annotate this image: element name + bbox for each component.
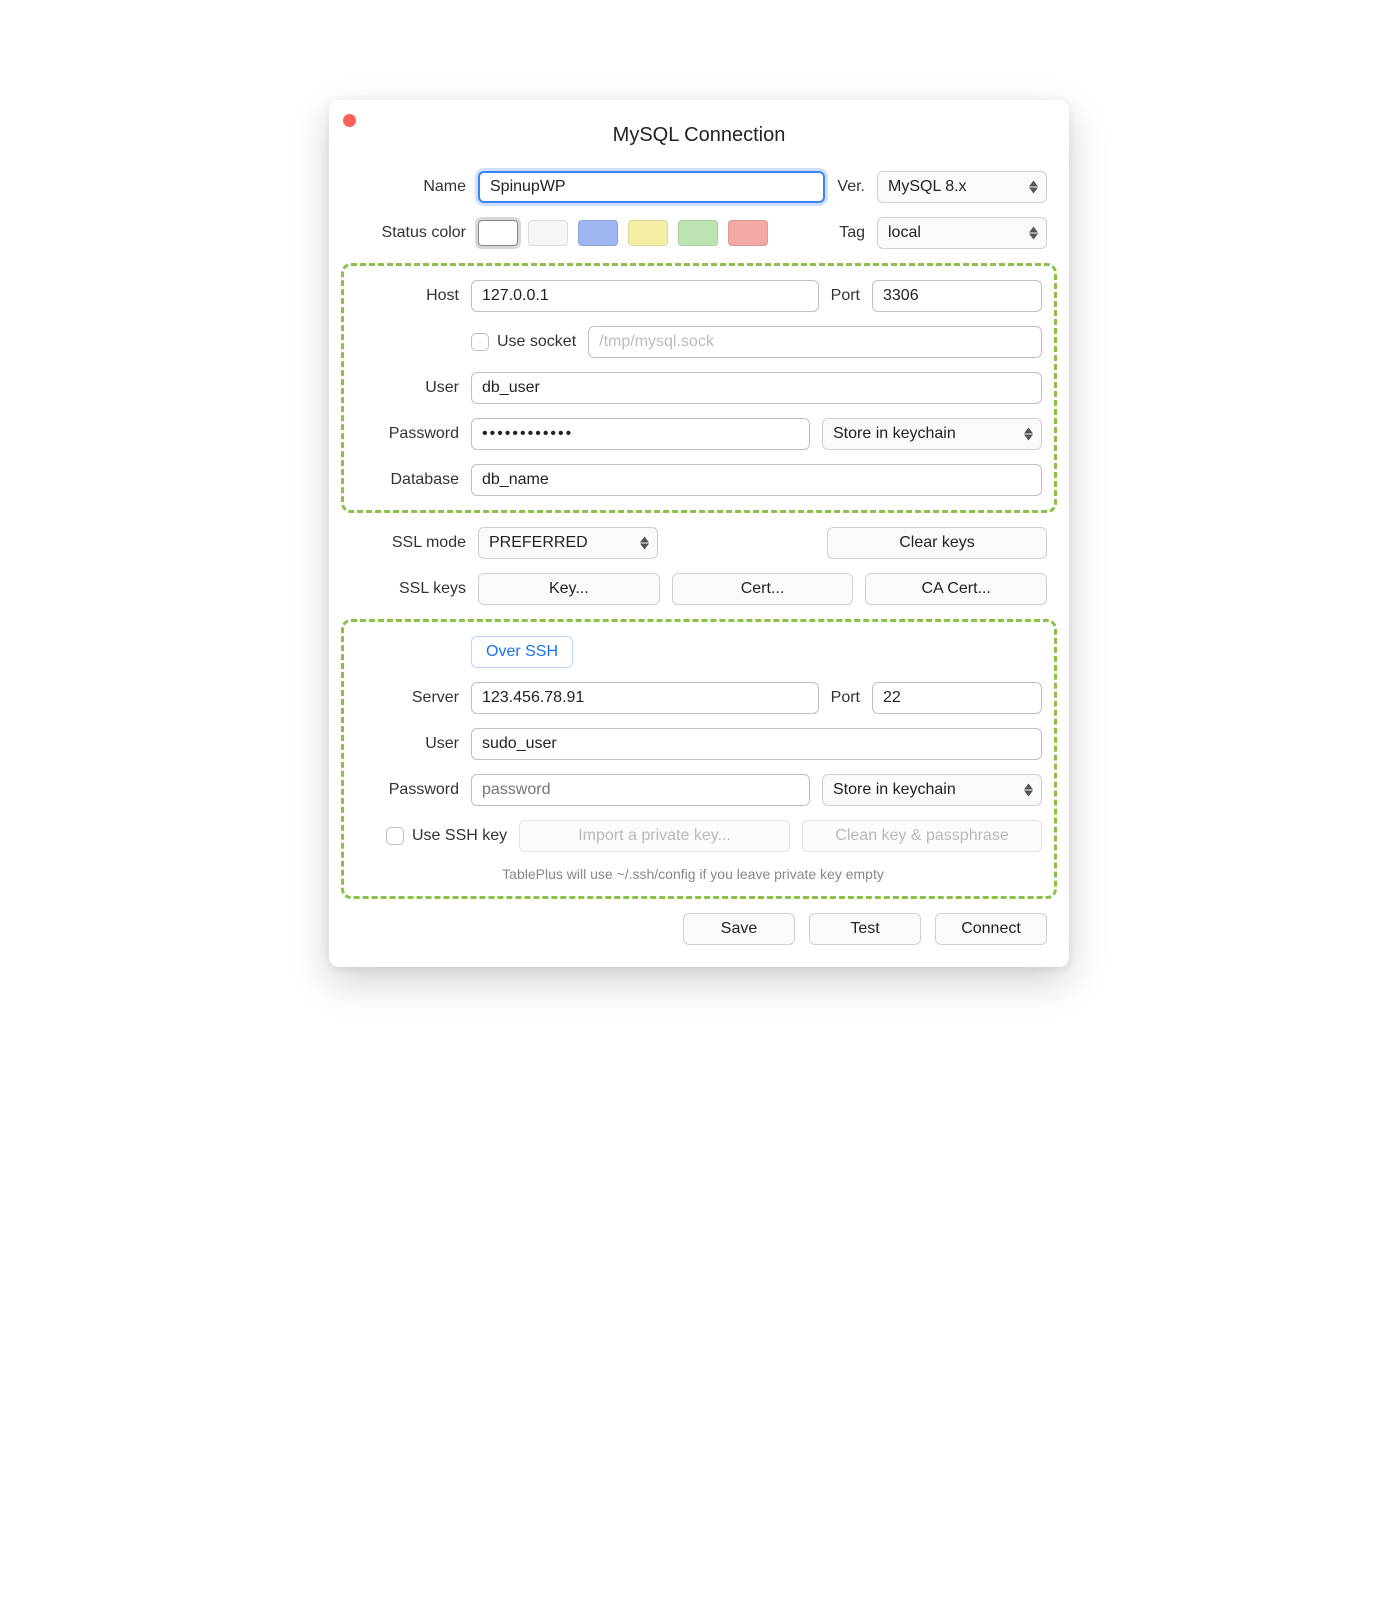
db-keychain-value: Store in keychain [833,425,956,443]
dialog-title: MySQL Connection [351,124,1047,147]
use-socket-checkbox[interactable] [471,333,489,351]
connect-button[interactable]: Connect [935,913,1047,945]
db-password-input[interactable] [471,418,810,450]
chevron-updown-icon [640,537,649,550]
ssl-mode-row: SSL mode PREFERRED Clear keys [351,527,1047,559]
use-socket-wrap: Use socket [471,333,576,351]
db-user-label: User [344,379,459,397]
tag-select-value: local [888,224,921,242]
connection-dialog: MySQL Connection Name Ver. MySQL 8.x Sta… [329,100,1069,967]
database-label: Database [344,471,459,489]
db-port-input[interactable] [872,280,1042,312]
ssh-port-label: Port [831,689,860,707]
status-color-label: Status color [351,224,466,242]
save-button[interactable]: Save [683,913,795,945]
use-ssh-key-wrap: Use SSH key [386,827,507,845]
db-keychain-select[interactable]: Store in keychain [822,418,1042,450]
db-section: Host Port Use socket User Password Store… [341,263,1057,513]
over-ssh-button[interactable]: Over SSH [471,636,573,668]
ssh-section: Over SSH Server Port User Password Store… [341,619,1057,899]
swatch-red[interactable] [728,220,768,246]
swatch-green[interactable] [678,220,718,246]
use-ssh-key-checkbox[interactable] [386,827,404,845]
clean-key-button[interactable]: Clean key & passphrase [802,820,1042,852]
name-label: Name [351,178,466,196]
ssl-mode-select[interactable]: PREFERRED [478,527,658,559]
swatch-yellow[interactable] [628,220,668,246]
ssl-cert-button[interactable]: Cert... [672,573,854,605]
chevron-updown-icon [1024,784,1033,797]
ssh-server-input[interactable] [471,682,819,714]
version-select[interactable]: MySQL 8.x [877,171,1047,203]
swatch-white[interactable] [528,220,568,246]
ssh-password-input[interactable] [471,774,810,806]
host-input[interactable] [471,280,819,312]
tag-select[interactable]: local [877,217,1047,249]
ssh-hint: TablePlus will use ~/.ssh/config if you … [344,866,1042,882]
swatch-none[interactable] [478,220,518,246]
ssh-keychain-value: Store in keychain [833,781,956,799]
ssl-keys-label: SSL keys [351,580,466,598]
ssh-password-label: Password [344,781,459,799]
name-input[interactable] [478,171,825,203]
ssh-keychain-select[interactable]: Store in keychain [822,774,1042,806]
db-user-input[interactable] [471,372,1042,404]
host-label: Host [344,287,459,305]
ssh-user-input[interactable] [471,728,1042,760]
ssh-user-label: User [344,735,459,753]
ssl-mode-label: SSL mode [351,534,466,552]
close-window-button[interactable] [343,114,356,127]
socket-input [588,326,1042,358]
swatch-blue[interactable] [578,220,618,246]
chevron-updown-icon [1024,428,1033,441]
clear-keys-button[interactable]: Clear keys [827,527,1047,559]
chevron-updown-icon [1029,227,1038,240]
ssh-port-input[interactable] [872,682,1042,714]
status-color-row: Status color Tag local [351,217,1047,249]
ssl-mode-value: PREFERRED [489,534,588,552]
db-password-label: Password [344,425,459,443]
ssh-server-label: Server [344,689,459,707]
test-button[interactable]: Test [809,913,921,945]
version-label: Ver. [837,178,865,196]
version-select-value: MySQL 8.x [888,178,967,196]
footer-actions: Save Test Connect [351,913,1047,945]
db-port-label: Port [831,287,860,305]
use-ssh-key-label: Use SSH key [412,827,507,845]
status-color-swatches [478,220,768,246]
database-input[interactable] [471,464,1042,496]
ssl-keys-row: SSL keys Key... Cert... CA Cert... [351,573,1047,605]
import-private-key-button[interactable]: Import a private key... [519,820,790,852]
use-socket-label: Use socket [497,333,576,351]
name-row: Name Ver. MySQL 8.x [351,171,1047,203]
chevron-updown-icon [1029,181,1038,194]
ssl-ca-button[interactable]: CA Cert... [865,573,1047,605]
tag-label: Tag [839,224,865,242]
ssl-key-button[interactable]: Key... [478,573,660,605]
